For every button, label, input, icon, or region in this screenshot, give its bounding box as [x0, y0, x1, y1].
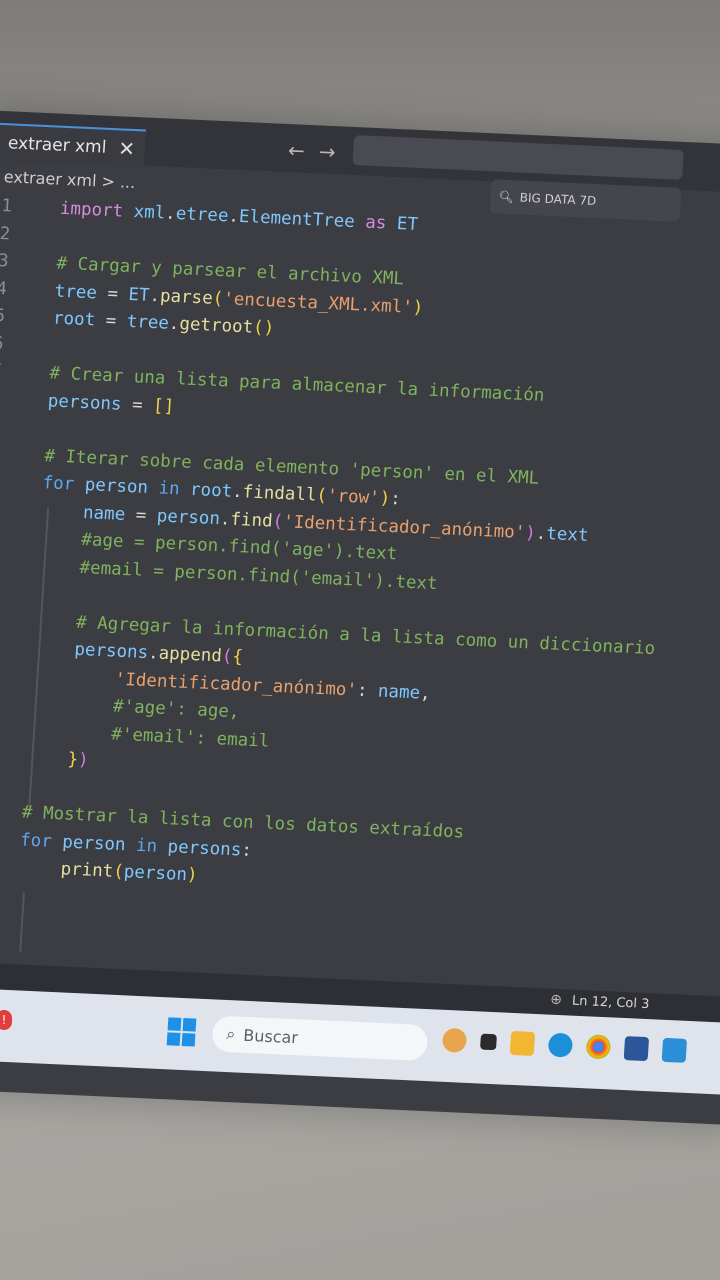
command-center[interactable] — [352, 134, 684, 180]
windows-start-icon[interactable] — [166, 1017, 197, 1047]
code-token: root — [189, 479, 233, 502]
status-right: ⊕ Ln 12, Col 3 — [550, 992, 650, 1012]
tab-title: extraer xml — [7, 133, 108, 158]
nav-arrows: ←→ — [287, 138, 350, 165]
code-token: getroot — [178, 314, 254, 338]
code-token: in — [157, 478, 191, 500]
code-token: for — [42, 473, 86, 496]
line-number: 6 — [0, 333, 4, 354]
search-icon: ⌕ — [225, 1024, 237, 1044]
code-token: : — [356, 680, 379, 702]
code-token: = — [105, 310, 128, 332]
code-token: persons — [47, 390, 133, 415]
code-token: xml — [133, 202, 166, 224]
edge-icon[interactable] — [547, 1032, 574, 1058]
line-number: 1 — [0, 196, 13, 217]
code-token: ) — [412, 297, 424, 318]
file-explorer-icon[interactable] — [509, 1030, 536, 1056]
code-token: parse — [159, 285, 214, 309]
code-token: root — [52, 308, 107, 331]
code-token: persons — [167, 836, 242, 860]
projected-screen: extraer xml ✕ ←→ 🔍︎ BIG DATA 7D extraer … — [0, 110, 720, 1126]
widget-icon[interactable] — [441, 1027, 468, 1053]
code-token: tree — [54, 281, 109, 304]
taskbar-search-placeholder: Buscar — [242, 1025, 299, 1047]
code-token: () — [252, 317, 275, 339]
code-token: #'email': email — [110, 724, 270, 752]
notification-badge-icon: ! — [0, 1010, 12, 1030]
taskbar-search[interactable]: ⌕ Buscar — [211, 1015, 429, 1062]
close-icon[interactable]: ✕ — [118, 136, 136, 161]
editor-tab[interactable]: extraer xml ✕ — [0, 122, 147, 168]
project-search[interactable]: 🔍︎ BIG DATA 7D — [489, 179, 682, 222]
code-token: ET — [127, 284, 151, 306]
forward-arrow-icon[interactable]: → — [318, 139, 350, 164]
taskbar-apps — [441, 1027, 688, 1063]
code-token: for — [19, 829, 63, 852]
code-token: : — [240, 840, 253, 861]
project-name: BIG DATA 7D — [519, 190, 597, 209]
code-token: as — [364, 212, 398, 234]
breadcrumb[interactable]: extraer xml > ... — [3, 167, 136, 192]
code-token: etree — [175, 203, 230, 227]
cursor-position[interactable]: Ln 12, Col 3 — [572, 993, 650, 1011]
code-token: findall — [242, 482, 318, 506]
code-token: ) — [186, 865, 199, 886]
code-token: print — [60, 859, 114, 882]
code-token: 'encuesta_XML.xml' — [222, 288, 414, 318]
code-token: ElementTree — [238, 206, 366, 233]
code-token: 'row' — [326, 486, 381, 509]
code-token: = — [131, 394, 154, 416]
line-number: 8 — [0, 384, 1, 413]
code-token: in — [135, 835, 169, 857]
code-token: tree — [126, 311, 170, 334]
code-editor[interactable]: 1 import xml.etree.ElementTree as ET 2 3 # C… — [0, 192, 720, 943]
code-token: { — [231, 646, 244, 668]
code-token: , — [419, 682, 432, 704]
code-token: : — [389, 488, 402, 510]
line-number: 7 — [0, 360, 3, 382]
code-token: persons — [73, 639, 149, 664]
code-token: person — [156, 505, 221, 529]
code-token: = — [106, 283, 130, 305]
chrome-icon[interactable] — [585, 1034, 612, 1060]
code-token: name — [82, 502, 137, 525]
code-token: = — [135, 504, 158, 526]
line-number: 4 — [0, 278, 8, 299]
code-token: #'age': age, — [112, 696, 241, 723]
code-token: find — [229, 509, 274, 532]
search-icon: 🔍︎ — [498, 189, 515, 205]
code-token: [] — [152, 395, 175, 417]
code-token: person — [84, 475, 160, 499]
back-arrow-icon[interactable]: ← — [287, 138, 319, 163]
word-icon[interactable] — [623, 1036, 650, 1062]
code-token: ) — [77, 750, 90, 771]
code-token: person — [123, 862, 188, 886]
line-number: 3 — [0, 250, 10, 272]
code-token: name — [377, 681, 421, 703]
line-number: 2 — [0, 223, 11, 244]
code-token: ET — [396, 214, 419, 235]
task-view-icon[interactable] — [479, 1033, 497, 1051]
code-token: append — [158, 643, 223, 667]
line-text: }) — [25, 745, 90, 775]
code-token: text — [545, 523, 590, 546]
zoom-icon[interactable]: ⊕ — [550, 992, 563, 1009]
line-number: 5 — [0, 305, 6, 327]
vscode-icon[interactable] — [661, 1037, 688, 1063]
code-token: person — [61, 831, 137, 856]
code-token: import — [59, 198, 135, 223]
